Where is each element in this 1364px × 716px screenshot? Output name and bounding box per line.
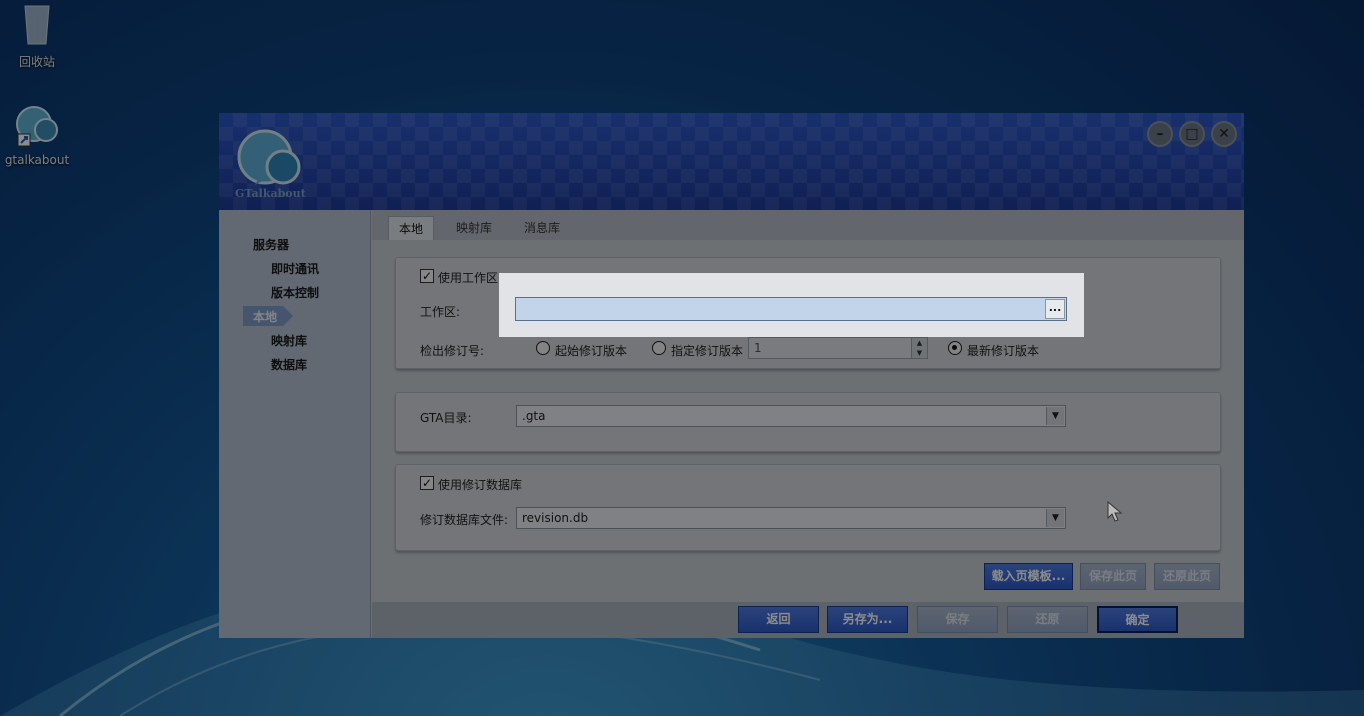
workspace-field-highlight: ... [499,273,1084,337]
workspace-input[interactable]: ... [515,297,1067,321]
browse-button[interactable]: ... [1045,299,1065,319]
dim-overlay [0,0,1364,716]
mouse-cursor-icon [1107,501,1123,522]
